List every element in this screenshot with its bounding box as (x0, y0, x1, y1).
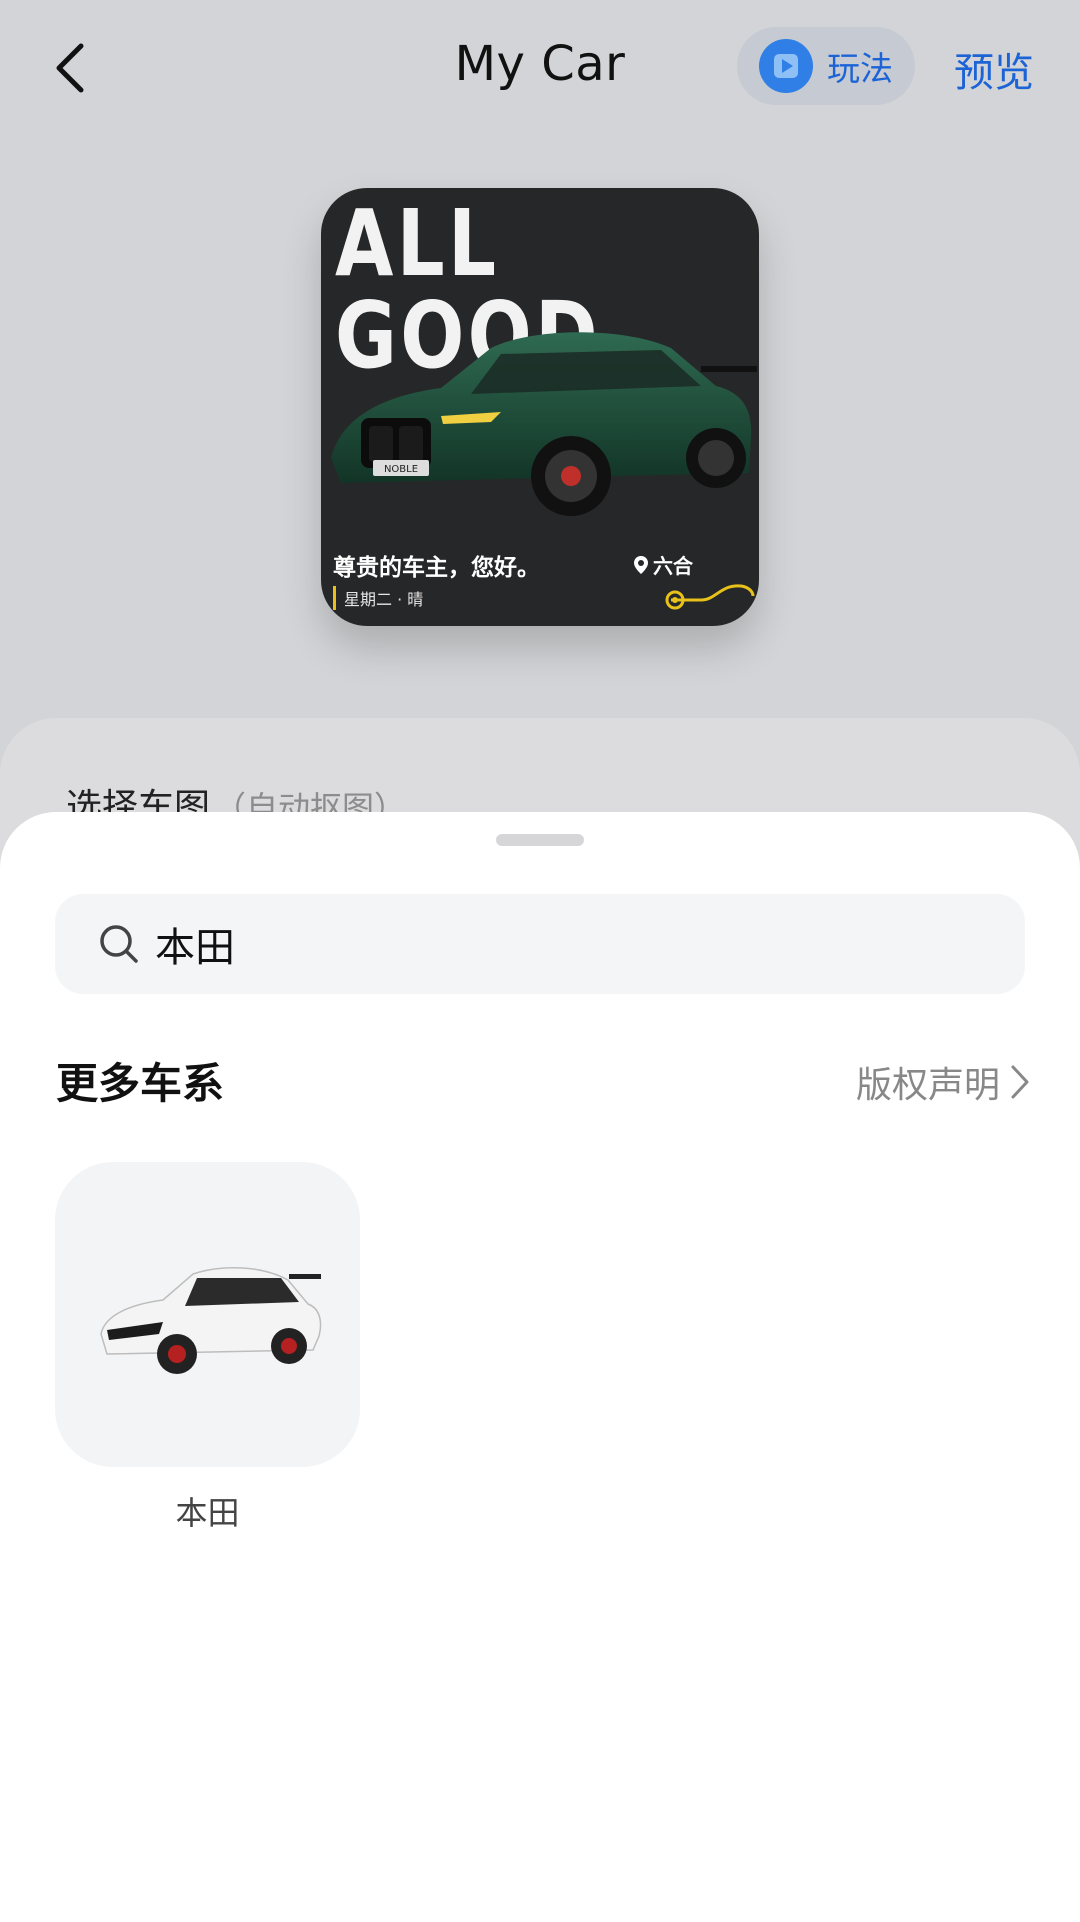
copyright-label: 版权声明 (855, 1065, 1000, 1106)
route-icon (665, 584, 755, 610)
series-label-honda: 本田 (175, 1494, 240, 1532)
card-date-weather: 星期二 · 晴 (333, 586, 423, 610)
copyright-link[interactable]: 版权声明 (856, 1056, 1030, 1108)
search-icon (100, 925, 138, 963)
series-tile-honda[interactable] (55, 1162, 360, 1467)
car-card-preview[interactable]: ALL GOOD NOBLE 尊贵的车主，您好。 六合 星期二 · 晴 (321, 188, 759, 626)
more-series-title: 更多车系 (56, 1059, 225, 1108)
search-box[interactable] (55, 894, 1025, 994)
car-image: NOBLE (331, 332, 757, 516)
location-pin-icon (634, 555, 648, 574)
guide-button[interactable]: 玩法 (737, 27, 915, 105)
license-plate: NOBLE (384, 464, 418, 475)
preview-button[interactable]: 预览 (954, 40, 1034, 98)
page-title: My Car (454, 36, 626, 92)
play-icon (759, 39, 813, 93)
top-bar: My Car 玩法 预览 (0, 0, 1080, 140)
card-location-text: 六合 (653, 554, 693, 578)
card-headline-line1: ALL (335, 190, 500, 297)
card-greeting: 尊贵的车主，您好。 (333, 555, 540, 581)
honda-car-image (99, 1266, 321, 1374)
guide-label: 玩法 (827, 49, 893, 88)
sheet-drag-handle[interactable] (496, 834, 584, 846)
card-location: 六合 (633, 550, 693, 579)
search-input[interactable] (155, 921, 955, 967)
chevron-right-icon (1011, 1065, 1029, 1099)
bottom-sheet: 更多车系 版权声明 本田 (0, 812, 1080, 1922)
